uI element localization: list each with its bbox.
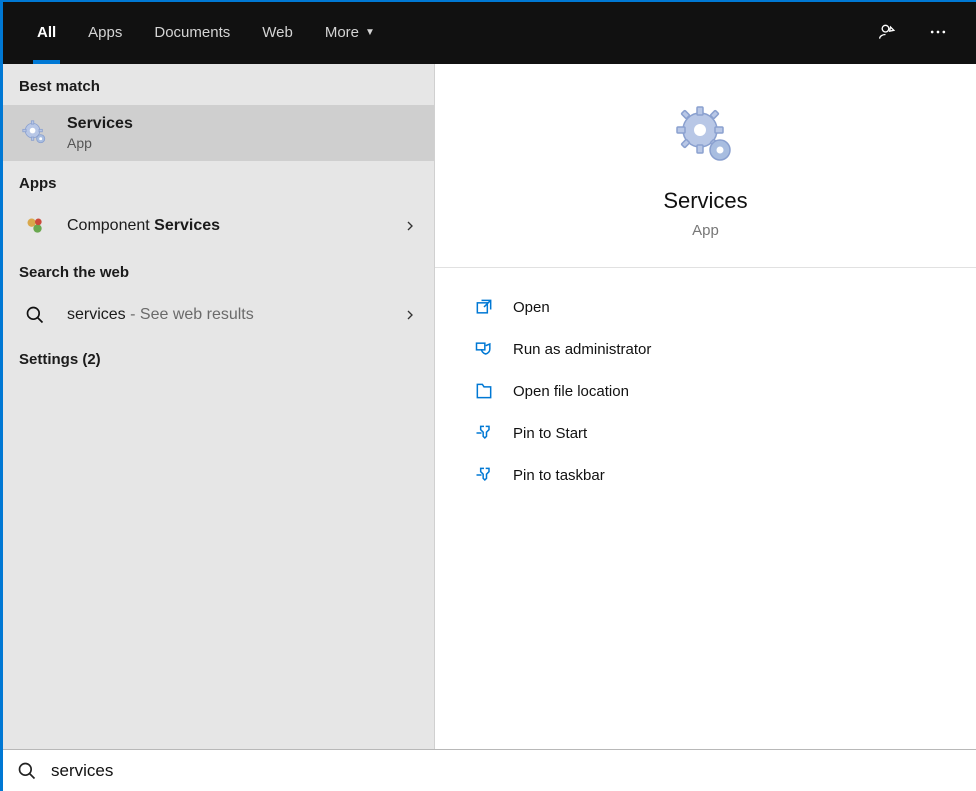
content-area: Best match Services: [3, 64, 976, 749]
section-apps-label: Apps: [3, 161, 434, 202]
result-web-services[interactable]: services - See web results: [3, 291, 434, 339]
tab-all-label: All: [37, 24, 56, 41]
search-input[interactable]: [51, 761, 962, 781]
action-run-admin-label: Run as administrator: [513, 341, 651, 358]
services-large-gear-icon: [674, 104, 738, 168]
open-icon: [473, 296, 495, 318]
action-open-file-location[interactable]: Open file location: [435, 370, 976, 412]
search-icon: [17, 761, 37, 781]
tab-more[interactable]: More ▼: [309, 0, 391, 64]
action-pin-to-taskbar[interactable]: Pin to taskbar: [435, 454, 976, 496]
action-pin-taskbar-label: Pin to taskbar: [513, 467, 605, 484]
result-component-match: Services: [154, 217, 220, 234]
detail-title: Services: [663, 188, 747, 214]
action-run-as-administrator[interactable]: Run as administrator: [435, 328, 976, 370]
result-component-prefix: Component: [67, 217, 154, 234]
shield-admin-icon: [473, 338, 495, 360]
header-right-controls: [876, 20, 966, 44]
tab-web-label: Web: [262, 24, 293, 41]
results-pane: Best match Services: [3, 64, 435, 749]
tab-documents-label: Documents: [154, 24, 230, 41]
header-bar: All Apps Documents Web More ▼: [3, 0, 976, 64]
detail-subtitle: App: [692, 222, 719, 239]
result-best-match-services[interactable]: Services App: [3, 105, 434, 161]
tab-apps-label: Apps: [88, 24, 122, 41]
result-best-match-texts: Services App: [67, 115, 418, 151]
search-bar: [3, 749, 976, 791]
section-settings-label[interactable]: Settings (2): [3, 339, 434, 380]
section-best-match-label: Best match: [3, 64, 434, 105]
more-options-icon[interactable]: [926, 20, 950, 44]
result-best-match-title: Services: [67, 115, 418, 133]
action-open-loc-label: Open file location: [513, 383, 629, 400]
section-web-label: Search the web: [3, 250, 434, 291]
detail-pane: Services App Open: [435, 64, 976, 749]
chevron-right-icon: [402, 218, 418, 234]
result-component-services-title: Component Services: [67, 217, 384, 235]
result-best-match-subtitle: App: [67, 135, 418, 151]
pin-icon: [473, 464, 495, 486]
accent-top-bar: [0, 0, 976, 2]
accent-left-bar: [0, 0, 3, 791]
tab-apps[interactable]: Apps: [72, 0, 138, 64]
tab-more-label: More: [325, 24, 359, 41]
result-web-title: services - See web results: [67, 306, 384, 324]
action-pin-start-label: Pin to Start: [513, 425, 587, 442]
folder-location-icon: [473, 380, 495, 402]
chevron-right-icon: [402, 307, 418, 323]
header-tabs: All Apps Documents Web More ▼: [21, 0, 391, 64]
tab-all[interactable]: All: [21, 0, 72, 64]
result-web-term: services: [67, 306, 126, 323]
action-open-label: Open: [513, 299, 550, 316]
component-services-icon: [21, 212, 49, 240]
chevron-down-icon: ▼: [365, 27, 375, 38]
action-open[interactable]: Open: [435, 286, 976, 328]
feedback-icon[interactable]: [876, 20, 900, 44]
search-icon: [21, 301, 49, 329]
result-web-hint: - See web results: [126, 306, 254, 323]
services-gear-icon: [21, 119, 49, 147]
detail-actions: Open Run as administrator: [435, 268, 976, 496]
tab-web[interactable]: Web: [246, 0, 309, 64]
result-component-services-texts: Component Services: [67, 217, 384, 235]
detail-header: Services App: [435, 64, 976, 268]
result-web-texts: services - See web results: [67, 306, 384, 324]
pin-icon: [473, 422, 495, 444]
action-pin-to-start[interactable]: Pin to Start: [435, 412, 976, 454]
result-component-services[interactable]: Component Services: [3, 202, 434, 250]
tab-documents[interactable]: Documents: [138, 0, 246, 64]
